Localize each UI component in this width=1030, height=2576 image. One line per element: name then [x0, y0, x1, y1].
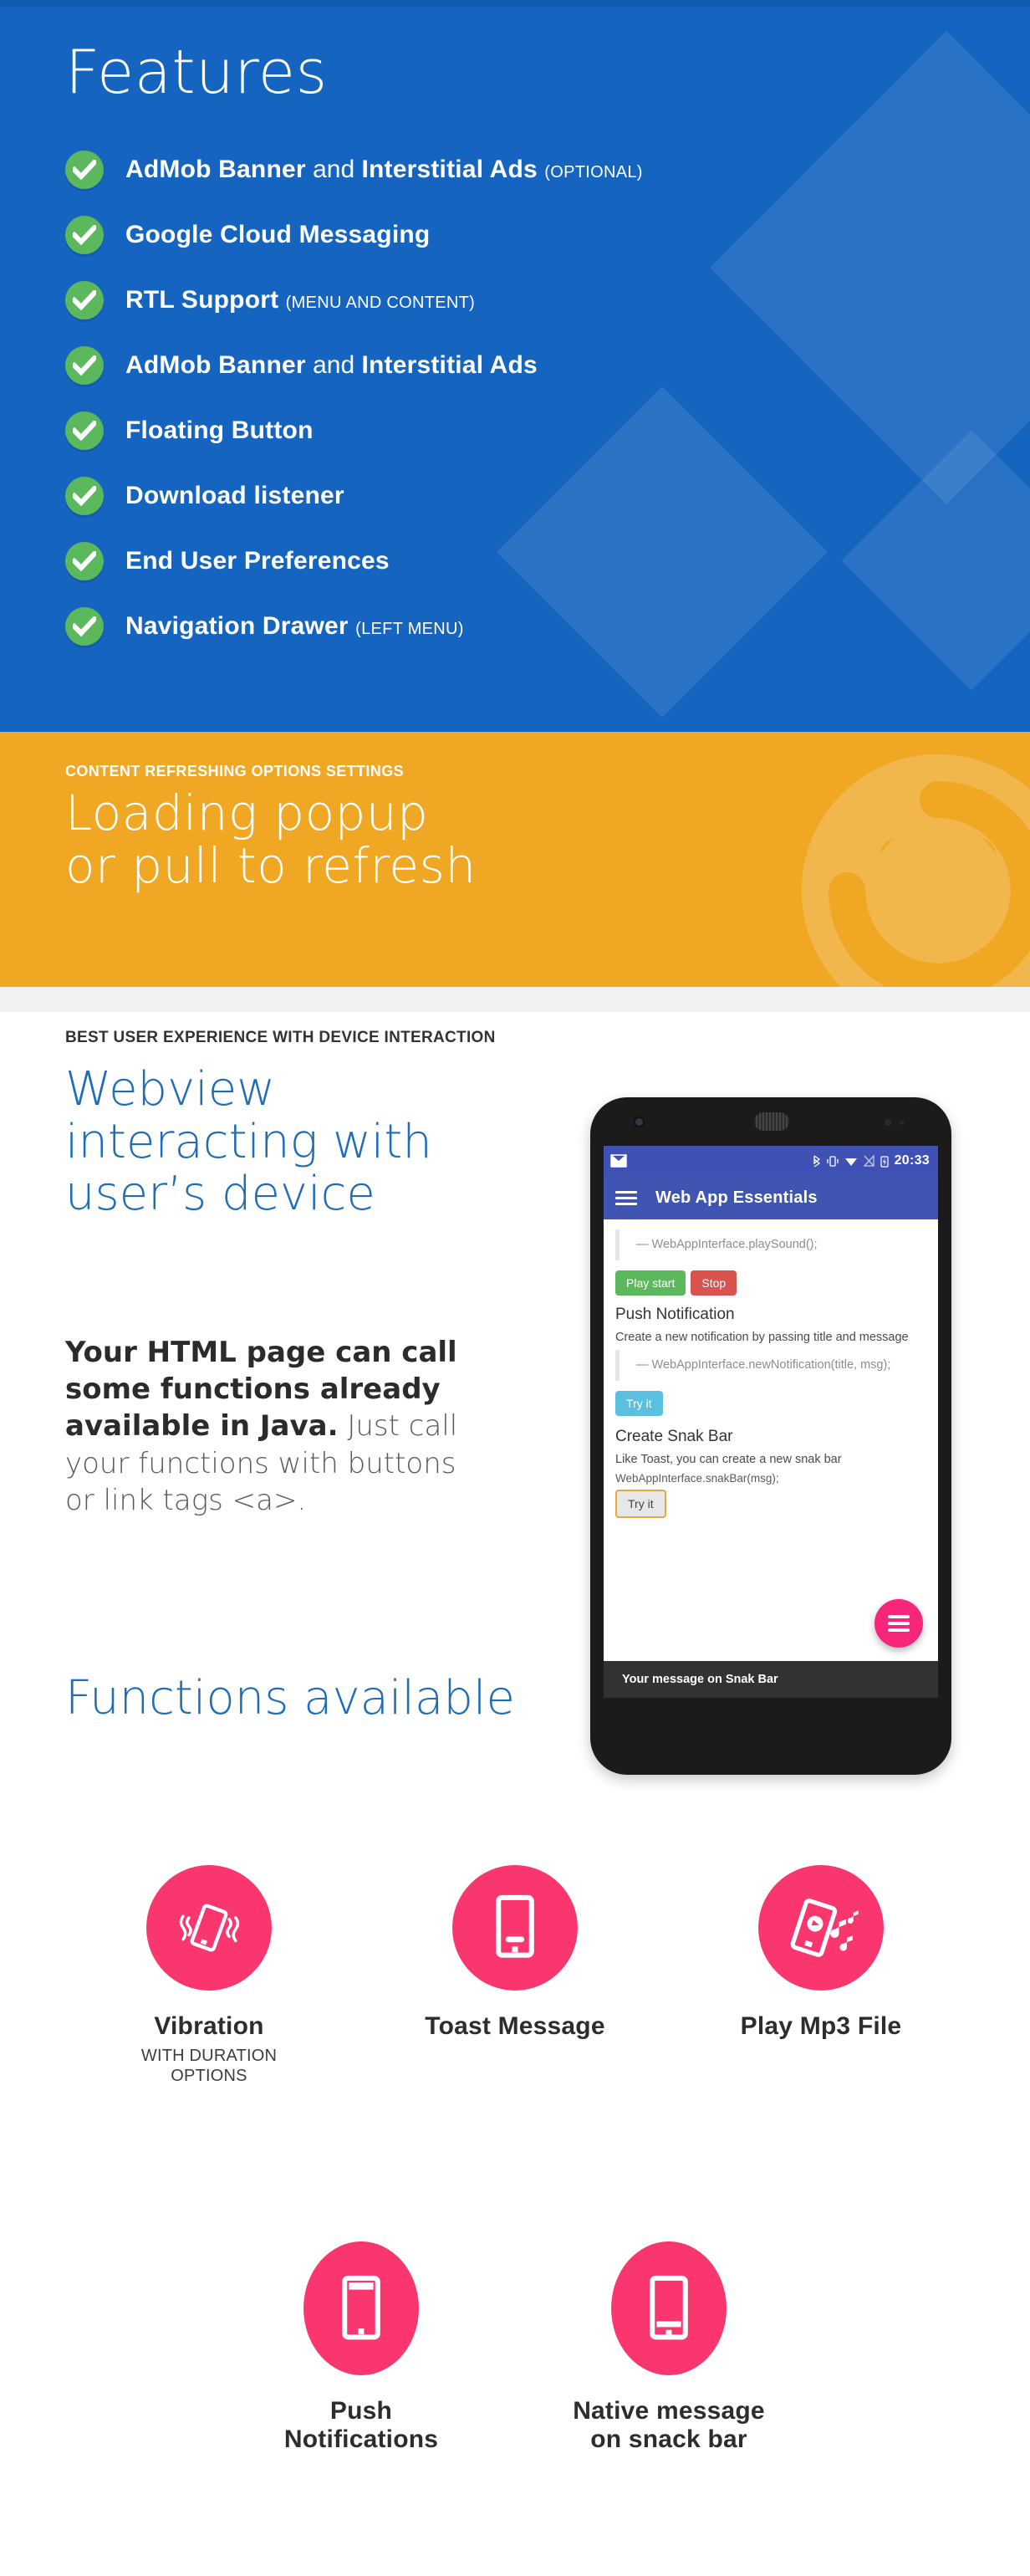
check-icon [65, 477, 104, 515]
battery-charging-icon [880, 1155, 889, 1168]
function-item: Native message on snack bar [564, 2241, 773, 2453]
phone-mockup: 20:33 Web App Essentials — WebAppInterfa… [590, 1097, 951, 1775]
feature-row: RTL Support (MENU AND CONTENT) [65, 268, 1030, 333]
snackbar-phone-icon [611, 2241, 727, 2375]
floating-action-button[interactable] [874, 1599, 923, 1648]
webview-kicker: BEST USER EXPERIENCE WITH DEVICE INTERAC… [65, 1029, 496, 1046]
snakbar-title: Create Snak Bar [615, 1428, 733, 1446]
feature-row: AdMob Banner and Interstitial Ads [65, 333, 1030, 398]
check-icon [65, 542, 104, 580]
webview-content: — WebAppInterface.playSound(); Play star… [604, 1219, 938, 1698]
proximity-sensor-icon [885, 1119, 891, 1126]
push-notification-desc: Create a new notification by passing tit… [615, 1331, 909, 1345]
vibrating-phone-icon [146, 1865, 272, 1991]
snackbar-message: Your message on Snak Bar [604, 1661, 938, 1698]
app-title: Web App Essentials [655, 1188, 818, 1207]
separator-band [0, 987, 1030, 1012]
feature-row: Navigation Drawer (LEFT MENU) [65, 594, 1030, 659]
feature-row: AdMob Banner and Interstitial Ads (OPTIO… [65, 137, 1030, 202]
vibrate-icon [826, 1155, 839, 1167]
check-icon [65, 216, 104, 254]
signal-off-icon [863, 1155, 874, 1167]
earpiece-speaker-icon [754, 1112, 789, 1131]
function-item: Vibration WITH DURATION OPTIONS [105, 1865, 314, 2086]
play-mp3-phone-icon [758, 1865, 884, 1991]
hamburger-icon[interactable] [615, 1188, 637, 1209]
feature-label: RTL Support (MENU AND CONTENT) [125, 286, 476, 314]
feature-label: AdMob Banner and Interstitial Ads [125, 351, 538, 379]
code-snippet-playsound: — WebAppInterface.playSound(); [615, 1229, 926, 1261]
push-notification-phone-icon [303, 2241, 419, 2375]
phone-bezel-top [590, 1097, 951, 1147]
snakbar-desc: Like Toast, you can create a new snak ba… [615, 1453, 842, 1467]
function-label: Push Notifications [283, 2397, 439, 2453]
function-label: Play Mp3 File [740, 2012, 902, 2040]
try-it-notification-button[interactable]: Try it [615, 1391, 663, 1417]
function-label: Vibration [154, 2012, 264, 2040]
feature-label: Navigation Drawer (LEFT MENU) [125, 612, 464, 640]
refresh-line-2: or pull to refresh [65, 836, 477, 894]
function-label: Toast Message [425, 2012, 605, 2040]
phone-screen: 20:33 Web App Essentials — WebAppInterfa… [604, 1146, 938, 1698]
feature-label: Google Cloud Messaging [125, 221, 431, 248]
feature-row: Download listener [65, 463, 1030, 529]
sound-button-row: Play start Stop [615, 1270, 926, 1296]
feature-label: Floating Button [125, 417, 314, 444]
function-icons-row-2: Push Notifications Native message on snac… [0, 2241, 1030, 2453]
function-icons-row-1: Vibration WITH DURATION OPTIONS Toast Mess… [0, 1865, 1030, 2086]
function-item: Play Mp3 File [716, 1865, 925, 2086]
code-snippet-newnotification: — WebAppInterface.newNotification(title,… [615, 1350, 926, 1382]
feature-label: Download listener [125, 482, 344, 509]
android-app-bar: Web App Essentials [604, 1176, 938, 1219]
wifi-icon [844, 1158, 857, 1166]
check-icon [65, 281, 104, 319]
light-sensor-icon [900, 1120, 905, 1125]
function-sublabel: WITH DURATION OPTIONS [140, 2046, 278, 2085]
code-snippet-snakbar: WebAppInterface.snakBar(msg); [615, 1472, 779, 1485]
check-icon [65, 151, 104, 189]
features-list: AdMob Banner and Interstitial Ads (OPTIO… [65, 137, 1030, 659]
toast-message-phone-icon [452, 1865, 578, 1991]
function-label: Native message on snack bar [573, 2397, 765, 2453]
feature-row: End User Preferences [65, 529, 1030, 594]
refresh-options-section: CONTENT REFRESHING OPTIONS SETTINGS Load… [0, 732, 1030, 987]
feature-row: Google Cloud Messaging [65, 202, 1030, 268]
feature-label: AdMob Banner and Interstitial Ads (OPTIO… [125, 156, 643, 183]
push-notification-title: Push Notification [615, 1306, 735, 1324]
features-title: Features [65, 37, 328, 107]
functions-available-heading: Functions available [65, 1671, 515, 1725]
stop-button[interactable]: Stop [691, 1270, 737, 1296]
bluetooth-icon [813, 1154, 820, 1168]
function-item: Toast Message [410, 1865, 620, 2086]
check-icon [65, 607, 104, 646]
try-it-snakbar-button[interactable]: Try it [615, 1490, 666, 1519]
android-status-bar: 20:33 [604, 1146, 938, 1176]
gmail-notification-icon [610, 1154, 627, 1168]
check-icon [65, 346, 104, 385]
status-clock: 20:33 [894, 1153, 930, 1168]
webview-heading: Webview interacting with user’s device [65, 1062, 432, 1222]
function-item: Push Notifications [257, 2241, 466, 2453]
check-icon [65, 411, 104, 450]
webview-body: Your HTML page can call some functions a… [65, 1334, 475, 1519]
play-start-button[interactable]: Play start [615, 1270, 686, 1296]
features-section: Features AdMob Banner and Interstitial A… [0, 0, 1030, 732]
feature-row: Floating Button [65, 398, 1030, 463]
feature-label: End User Preferences [125, 547, 390, 575]
refresh-kicker: CONTENT REFRESHING OPTIONS SETTINGS [65, 763, 405, 779]
refresh-line-1: Loading popup [65, 785, 429, 841]
front-camera-icon [634, 1117, 645, 1127]
